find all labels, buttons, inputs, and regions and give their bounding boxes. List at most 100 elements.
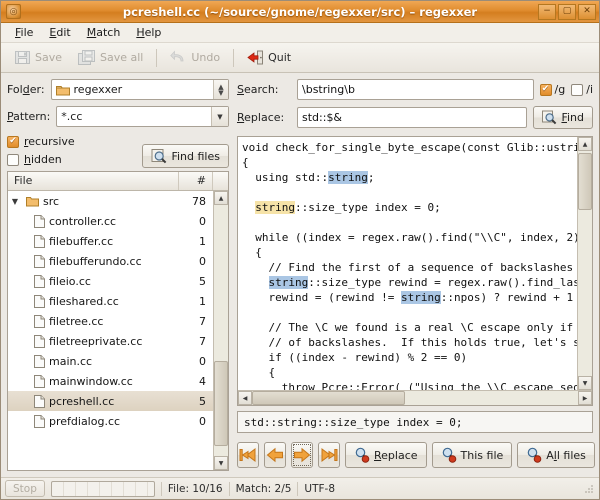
table-row[interactable]: fileio.cc 5	[8, 271, 213, 291]
folder-row: Folder: regexxer ▲ ▼	[7, 79, 229, 100]
status-match-count: Match: 2/5	[235, 482, 292, 495]
file-tree-scroll-track[interactable]	[214, 205, 228, 456]
scroll-right-icon[interactable]: ▶	[578, 391, 592, 405]
stop-button[interactable]: Stop	[5, 480, 45, 497]
code-horizontal-scrollbar[interactable]: ◀ ▶	[238, 390, 592, 405]
resize-grip-icon[interactable]	[583, 483, 595, 495]
folder-chooser[interactable]: regexxer ▲ ▼	[50, 79, 229, 100]
recursive-checkbox[interactable]	[7, 135, 19, 148]
code-hscroll-thumb[interactable]	[252, 391, 406, 405]
table-row[interactable]: fileshared.cc 1	[8, 291, 213, 311]
this-file-button[interactable]: This file	[431, 442, 513, 468]
row-label: controller.cc	[49, 214, 117, 228]
replace-icon	[354, 447, 370, 463]
scroll-left-icon[interactable]: ◀	[238, 391, 252, 405]
row-name: filebuffer.cc	[8, 234, 179, 248]
table-row[interactable]: main.cc 0	[8, 351, 213, 371]
recursive-checkbox-row[interactable]: recursive	[7, 135, 142, 148]
last-match-button[interactable]	[318, 442, 340, 468]
replace-all-icon	[526, 447, 542, 463]
hidden-checkbox-row[interactable]: hidden	[7, 153, 142, 166]
table-row[interactable]: mainwindow.cc 4	[8, 371, 213, 391]
code-hscroll-track[interactable]	[252, 391, 578, 405]
replace-row: Replace: std::$& Find	[237, 106, 593, 129]
search-input[interactable]: \bstring\b	[297, 79, 534, 100]
statusbar: Stop File: 10/16 Match: 2/5 UTF-8	[1, 477, 599, 499]
replace-button[interactable]: Replace	[345, 442, 427, 468]
table-row[interactable]: filetree.cc 7	[8, 311, 213, 331]
folder-spinner[interactable]: ▲ ▼	[213, 80, 228, 99]
code-view[interactable]: void check_for_single_byte_escape(const …	[237, 136, 593, 406]
find-files-button[interactable]: Find files	[142, 144, 229, 168]
table-row[interactable]: filebufferundo.cc 0	[8, 251, 213, 271]
previous-match-button[interactable]	[264, 442, 286, 468]
find-files-label: Find files	[171, 149, 220, 163]
close-button[interactable]: ✕	[578, 3, 596, 20]
row-label: filebuffer.cc	[49, 234, 114, 248]
close-glyph: ✕	[583, 6, 591, 16]
scroll-up-icon[interactable]: ▲	[578, 137, 592, 151]
titlebar[interactable]: ◎ pcreshell.cc (~/source/gnome/regexxer/…	[1, 1, 599, 23]
scroll-down-icon[interactable]: ▼	[578, 376, 592, 390]
chevron-down-icon[interactable]: ▼	[211, 107, 228, 126]
file-tree-scroll-thumb[interactable]	[214, 360, 228, 446]
toolbar-quit-button[interactable]: Quit	[240, 46, 298, 69]
maximize-button[interactable]: ▢	[558, 3, 576, 20]
toolbar-save-button[interactable]: Save	[7, 46, 69, 69]
toolbar-save-all-button[interactable]: Save all	[71, 46, 150, 69]
quit-icon	[247, 49, 264, 66]
hidden-label: hidden	[24, 153, 62, 166]
table-row[interactable]: ▼ src 78	[8, 191, 213, 211]
menu-file[interactable]: File	[7, 24, 41, 41]
code-scroll-track[interactable]	[578, 151, 592, 376]
replace-input[interactable]: std::$&	[297, 107, 528, 128]
table-row[interactable]: filebuffer.cc 1	[8, 231, 213, 251]
icase-flag-checkbox[interactable]	[571, 83, 584, 96]
preview-text: std::string::size_type index = 0;	[244, 415, 463, 429]
all-files-button[interactable]: All files	[517, 442, 595, 468]
icase-flag-label: /i	[586, 83, 593, 96]
first-match-button[interactable]	[237, 442, 259, 468]
global-flag-row[interactable]: /g	[539, 83, 565, 96]
row-label: fileio.cc	[49, 274, 91, 288]
code-scroll-thumb[interactable]	[578, 153, 592, 210]
code-text[interactable]: void check_for_single_byte_escape(const …	[238, 137, 577, 390]
column-header-file[interactable]: File	[8, 172, 179, 190]
expander-icon[interactable]: ▼	[8, 197, 22, 206]
minimize-button[interactable]: −	[538, 3, 556, 20]
toolbar-save-label: Save	[35, 51, 63, 64]
column-header-count[interactable]: #	[179, 172, 213, 190]
action-bar: Replace This file	[237, 439, 595, 471]
find-button[interactable]: Find	[533, 106, 593, 129]
table-row[interactable]: controller.cc 0	[8, 211, 213, 231]
file-tree[interactable]: File # ▼ src 78 controller.cc 0 filebuff…	[7, 171, 229, 471]
replace-label: Replace:	[237, 111, 291, 124]
code-text-run: // of backslashes. If this holds true, l…	[242, 336, 577, 349]
toolbar-undo-button[interactable]: Undo	[163, 46, 227, 69]
replace-label-rest: eplace:	[244, 111, 285, 124]
global-flag-checkbox[interactable]	[539, 83, 552, 96]
row-name: controller.cc	[8, 214, 179, 228]
code-line: {	[242, 365, 577, 380]
file-icon	[34, 374, 45, 388]
save-all-icon	[78, 49, 96, 66]
code-line: // of backslashes. If this holds true, l…	[242, 335, 577, 350]
menu-edit[interactable]: Edit	[41, 24, 78, 41]
row-name: pcreshell.cc	[8, 394, 179, 408]
code-vertical-scrollbar[interactable]: ▲ ▼	[577, 137, 592, 390]
scroll-down-icon[interactable]: ▼	[214, 456, 228, 470]
table-row-selected[interactable]: pcreshell.cc 5	[8, 391, 213, 411]
next-match-button[interactable]	[291, 442, 313, 468]
table-row[interactable]: filetreeprivate.cc 7	[8, 331, 213, 351]
pattern-combo[interactable]: *.cc ▼	[56, 106, 229, 127]
hidden-checkbox[interactable]	[7, 153, 19, 166]
file-tree-scrollbar[interactable]: ▲ ▼	[213, 191, 228, 470]
table-row[interactable]: prefdialog.cc 0	[8, 411, 213, 431]
go-last-icon	[319, 447, 339, 463]
icase-flag-row[interactable]: /i	[571, 83, 593, 96]
menu-help[interactable]: Help	[128, 24, 169, 41]
menu-match[interactable]: Match	[79, 24, 129, 41]
scroll-up-icon[interactable]: ▲	[214, 191, 228, 205]
